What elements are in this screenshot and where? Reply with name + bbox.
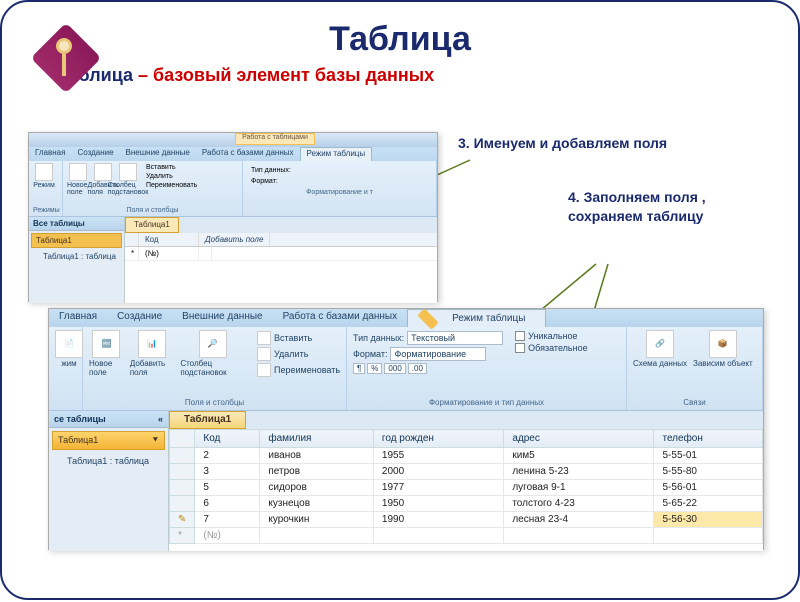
s2-lookup-col-button[interactable]: 🔎Столбец подстановок — [180, 330, 245, 378]
s1-group-modes: Режим Режимы — [29, 161, 63, 216]
table-header-row: Код фамилия год рожден адрес телефон — [170, 430, 763, 448]
s1-lookup-col-button[interactable]: Столбец подстановок — [117, 163, 139, 207]
s2-add-fields-button[interactable]: 📊Добавить поля — [130, 330, 174, 378]
s2-group-fields: 🔤Новое поле 📊Добавить поля 🔎Столбец подс… — [83, 327, 347, 410]
s1-mode-button[interactable]: Режим — [33, 163, 55, 207]
annotation-4: 4. Заполняем поля , сохраняем таблицу — [568, 188, 748, 226]
s1-insert-button[interactable]: Вставить — [146, 163, 197, 172]
s2-rename-button[interactable]: Переименовать — [257, 362, 340, 378]
s2-delete-button[interactable]: Удалить — [257, 346, 340, 362]
s2-group-format-label: Форматирование и тип данных — [353, 396, 620, 407]
col-lastname[interactable]: фамилия — [260, 430, 374, 448]
s1-nav-pane: Все таблицы Таблица1 Таблица1 : таблица — [29, 217, 125, 303]
slide-title: Таблица — [26, 20, 774, 59]
collapse-icon[interactable]: « — [158, 414, 163, 424]
s2-insert-button[interactable]: Вставить — [257, 330, 340, 346]
s2-tab-external[interactable]: Внешние данные — [172, 309, 272, 327]
col-id[interactable]: Код — [195, 430, 260, 448]
s2-mode-button[interactable]: 📄жим — [55, 330, 83, 369]
screenshot-1: Работа с таблицами Главная Создание Внеш… — [28, 132, 438, 302]
s1-context-tab[interactable]: Работа с таблицами — [235, 133, 315, 145]
s1-doc-tab[interactable]: Таблица1 — [125, 217, 179, 233]
s2-group-format: Тип данных: Текстовый Формат: Форматиров… — [347, 327, 627, 410]
s1-tab-create[interactable]: Создание — [71, 147, 119, 161]
s1-new-field-button[interactable]: Новое поле — [67, 163, 89, 207]
slide: Таблица Таблица – базовый элемент базы д… — [0, 0, 800, 600]
s2-datatype-select[interactable]: Текстовый — [407, 331, 503, 345]
access-logo-icon — [38, 30, 94, 86]
table-row[interactable]: 2иванов1955ким55-55-01 — [170, 448, 763, 464]
s1-tab-dbtools[interactable]: Работа с базами данных — [196, 147, 300, 161]
s1-nav-table-item[interactable]: Таблица1 : таблица — [29, 250, 124, 263]
s1-ribbon-tabs: Главная Создание Внешние данные Работа с… — [29, 147, 437, 161]
s1-main: Таблица1 Код Добавить поле * (№) — [125, 217, 437, 303]
s2-doc-tab[interactable]: Таблица1 — [169, 411, 246, 429]
s2-group-fields-label: Поля и столбцы — [89, 396, 340, 407]
s2-new-field-button[interactable]: 🔤Новое поле — [89, 330, 124, 378]
s1-delete-button[interactable]: Удалить — [146, 172, 197, 181]
s1-titlebar: Работа с таблицами — [29, 133, 437, 147]
subtitle-rest: – базовый элемент базы данных — [133, 65, 434, 85]
s2-group-mode: 📄жим — [49, 327, 83, 410]
s2-tab-tableview[interactable]: Режим таблицы — [407, 309, 546, 327]
s1-group-fields: Новое поле Добавить поля Столбец подстан… — [63, 161, 243, 216]
col-address[interactable]: адрес — [504, 430, 654, 448]
s1-group-modes-label: Режимы — [33, 207, 58, 214]
s1-nav-header[interactable]: Все таблицы — [29, 217, 124, 231]
warning-icon — [418, 308, 439, 329]
s2-nav-pane: се таблицы« Таблица1⯆ Таблица1 : таблица — [49, 411, 169, 551]
s2-nav-header[interactable]: се таблицы« — [49, 411, 168, 428]
s2-group-links-label: Связи — [633, 396, 756, 407]
col-birthyear[interactable]: год рожден — [373, 430, 503, 448]
s2-datasheet[interactable]: Код фамилия год рожден адрес телефон 2ив… — [169, 429, 763, 544]
s2-required-checkbox[interactable]: Обязательное — [515, 342, 587, 354]
s1-ribbon: Режим Режимы Новое поле Добавить поля Ст… — [29, 161, 437, 217]
s1-nav-group[interactable]: Таблица1 — [31, 233, 122, 248]
s2-depends-button[interactable]: 📦Зависим объект — [693, 330, 753, 369]
s2-group-links: 🔗Схема данных 📦Зависим объект Связи — [627, 327, 763, 410]
s1-group-fields-label: Поля и столбцы — [67, 207, 238, 214]
col-phone[interactable]: телефон — [654, 430, 763, 448]
s1-tab-tableview[interactable]: Режим таблицы — [300, 147, 373, 161]
s2-main: Таблица1 Код фамилия год рожден адрес те… — [169, 411, 763, 551]
s2-tab-home[interactable]: Главная — [49, 309, 107, 327]
slide-subtitle: Таблица – базовый элемент базы данных — [58, 65, 774, 86]
table-row[interactable]: ✎7курочкин1990лесная 23-45-56-30 — [170, 512, 763, 528]
s2-schema-button[interactable]: 🔗Схема данных — [633, 330, 687, 369]
s1-rename-button[interactable]: Переименовать — [146, 181, 197, 190]
s2-ribbon-tabs: Главная Создание Внешние данные Работа с… — [49, 309, 763, 327]
s2-nav-table-item[interactable]: Таблица1 : таблица — [49, 453, 168, 469]
s1-datasheet[interactable]: Код Добавить поле * (№) — [125, 233, 437, 261]
s1-tab-home[interactable]: Главная — [29, 147, 71, 161]
s2-format-select[interactable]: Форматирование — [390, 347, 486, 361]
s1-group-format: Тип данных: Формат: Форматирование и т — [243, 161, 437, 216]
table-row[interactable]: 5сидоров1977луговая 9-15-56-01 — [170, 480, 763, 496]
s1-tab-external[interactable]: Внешние данные — [120, 147, 196, 161]
s2-unique-checkbox[interactable]: Уникальное — [515, 330, 587, 342]
screenshot-2: Главная Создание Внешние данные Работа с… — [48, 308, 764, 550]
s2-tab-create[interactable]: Создание — [107, 309, 172, 327]
table-row[interactable]: 3петров2000ленина 5-235-55-80 — [170, 464, 763, 480]
s1-cell-newid[interactable]: (№) — [139, 247, 199, 260]
s1-col-add[interactable]: Добавить поле — [199, 233, 270, 246]
annotation-3: 3. Именуем и добавляем поля — [458, 134, 708, 153]
table-row[interactable]: 6кузнецов1950толстого 4-235-65-22 — [170, 496, 763, 512]
s1-col-id[interactable]: Код — [139, 233, 199, 246]
s2-tab-dbtools[interactable]: Работа с базами данных — [273, 309, 408, 327]
s1-group-format-label: Форматирование и т — [247, 189, 432, 196]
s2-ribbon: 📄жим 🔤Новое поле 📊Добавить поля 🔎Столбец… — [49, 327, 763, 411]
table-new-row[interactable]: *(№) — [170, 528, 763, 544]
s2-nav-group[interactable]: Таблица1⯆ — [52, 431, 165, 450]
